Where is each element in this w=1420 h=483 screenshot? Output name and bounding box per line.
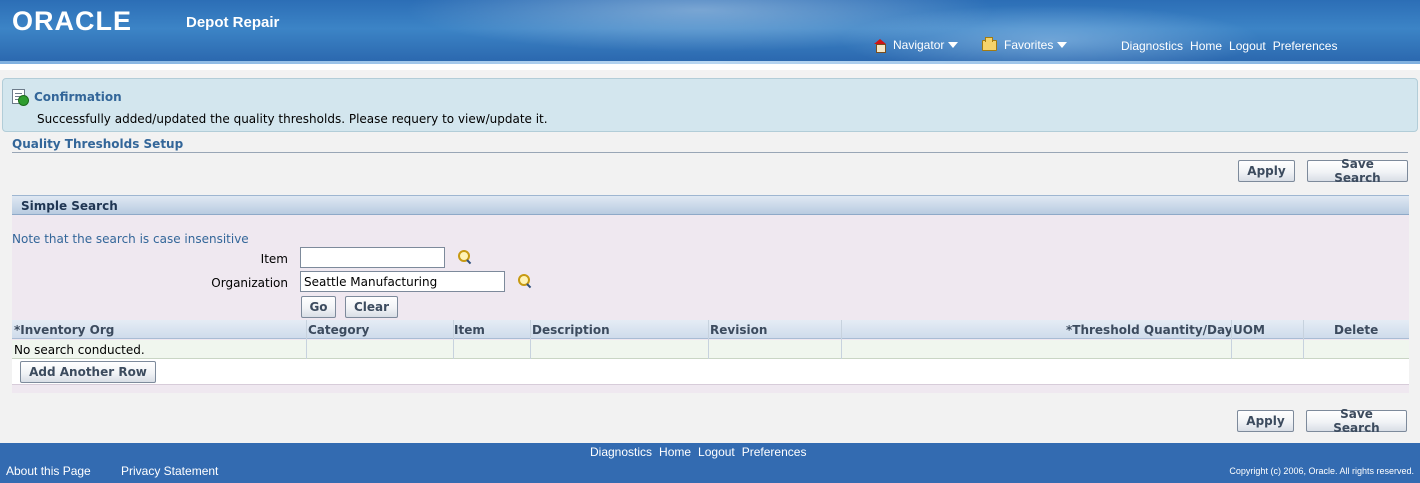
column-threshold-quantity: *Threshold Quantity/Day: [1066, 323, 1233, 337]
empty-table-message: No search conducted.: [14, 343, 145, 357]
column-divider: [1303, 320, 1304, 359]
navigator-menu[interactable]: Navigator: [874, 38, 959, 53]
item-label: Item: [260, 252, 288, 266]
page-title-divider: [12, 152, 1408, 153]
column-uom: UOM: [1233, 323, 1265, 337]
column-delete: Delete: [1334, 323, 1379, 337]
folder-icon: [982, 36, 997, 51]
column-category: Category: [308, 323, 370, 337]
column-divider: [306, 320, 307, 359]
clear-button[interactable]: Clear: [345, 296, 398, 318]
confirmation-message: Successfully added/updated the quality t…: [37, 112, 548, 126]
page-title: Quality Thresholds Setup: [12, 137, 184, 151]
global-links: Diagnostics Home Logout Preferences: [1121, 39, 1344, 53]
chevron-down-icon: [948, 42, 959, 48]
save-search-button-bottom[interactable]: Save Search: [1306, 407, 1407, 435]
search-icon[interactable]: [457, 249, 473, 265]
save-search-button-top[interactable]: Save Search: [1307, 157, 1408, 185]
header-divider: [0, 64, 1420, 70]
footer-link-preferences[interactable]: Preferences: [742, 445, 807, 459]
favorites-label: Favorites: [1004, 38, 1054, 52]
table-row: No search conducted.: [12, 340, 1409, 359]
apply-button-top[interactable]: Apply: [1238, 160, 1295, 182]
column-revision: Revision: [710, 323, 768, 337]
confirmation-title: Confirmation: [34, 90, 122, 104]
apply-button-bottom[interactable]: Apply: [1237, 410, 1294, 432]
simple-search-header: Simple Search: [12, 195, 1409, 215]
case-insensitive-note: Note that the search is case insensitive: [12, 232, 249, 246]
favorites-menu[interactable]: Favorites: [982, 36, 1068, 52]
footer-link-home[interactable]: Home: [659, 445, 691, 459]
about-this-page-link[interactable]: About this Page: [6, 464, 91, 478]
confirmation-box: Confirmation Successfully added/updated …: [2, 78, 1418, 132]
header-link-home[interactable]: Home: [1190, 39, 1222, 53]
add-another-row-button[interactable]: Add Another Row: [20, 361, 156, 383]
header-link-preferences[interactable]: Preferences: [1273, 39, 1338, 53]
column-divider: [841, 320, 842, 359]
home-icon: [874, 39, 886, 53]
header-banner: ORACLE Depot Repair Navigator Favorites …: [0, 0, 1420, 64]
column-inventory-org: *Inventory Org: [14, 323, 115, 337]
search-icon[interactable]: [517, 273, 533, 289]
simple-search-title: Simple Search: [21, 199, 118, 213]
privacy-statement-link[interactable]: Privacy Statement: [121, 464, 218, 478]
table-footer: [12, 359, 1409, 385]
chevron-down-icon: [1057, 42, 1068, 48]
column-divider: [453, 320, 454, 359]
product-name: Depot Repair: [186, 14, 280, 31]
column-divider: [708, 320, 709, 359]
go-button[interactable]: Go: [301, 296, 336, 318]
column-divider: [530, 320, 531, 359]
confirmation-icon: [12, 89, 29, 106]
column-divider: [1231, 320, 1232, 359]
table-header: *Inventory Org Category Item Description…: [12, 320, 1409, 339]
oracle-logo: ORACLE: [12, 6, 132, 36]
footer-links: Diagnostics Home Logout Preferences: [590, 445, 813, 459]
organization-label: Organization: [211, 276, 288, 290]
header-link-logout[interactable]: Logout: [1229, 39, 1266, 53]
footer-link-diagnostics[interactable]: Diagnostics: [590, 445, 652, 459]
column-description: Description: [532, 323, 610, 337]
navigator-label: Navigator: [893, 38, 945, 52]
item-input[interactable]: [300, 247, 445, 268]
footer-link-logout[interactable]: Logout: [698, 445, 735, 459]
header-link-diagnostics[interactable]: Diagnostics: [1121, 39, 1183, 53]
organization-input[interactable]: Seattle Manufacturing: [300, 271, 505, 292]
copyright-text: Copyright (c) 2006, Oracle. All rights r…: [1229, 466, 1414, 476]
column-item: Item: [454, 323, 485, 337]
